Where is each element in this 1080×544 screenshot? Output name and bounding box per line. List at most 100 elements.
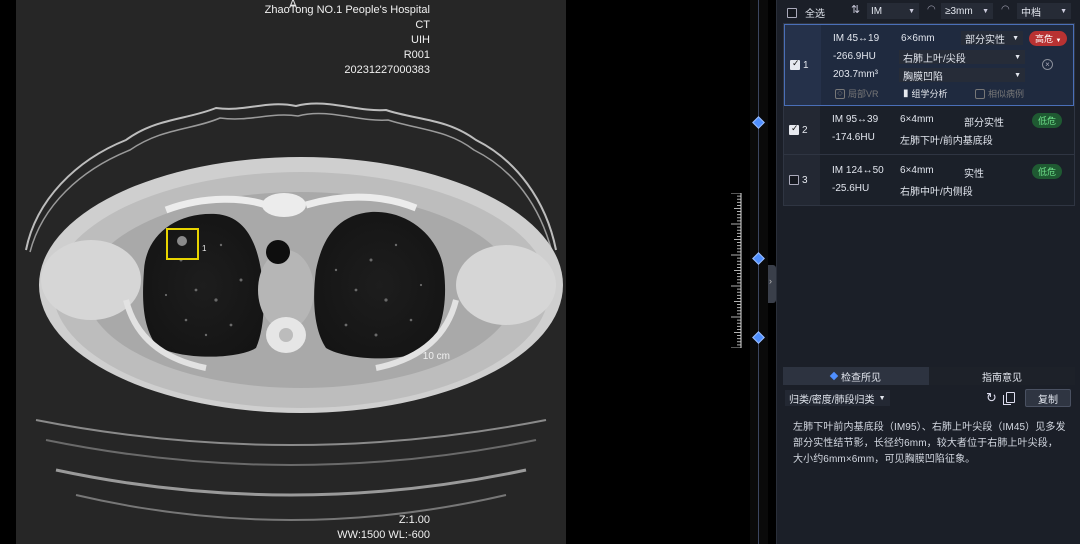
radiomics-button[interactable]: ▮ 组学分析 bbox=[903, 87, 948, 100]
finding-hu: -174.6HU bbox=[832, 132, 875, 143]
copy-button[interactable]: 复制 bbox=[1025, 389, 1071, 407]
risk-badge[interactable]: 高危 ▼ bbox=[1029, 31, 1068, 46]
finding-size: 6×4mm bbox=[900, 114, 934, 125]
modality: CT bbox=[415, 19, 430, 31]
caret-down-icon: ▼ bbox=[878, 394, 886, 402]
tab-findings[interactable]: 检查所见 bbox=[783, 367, 929, 385]
finding-im: IM 95↔39 bbox=[832, 114, 879, 125]
finding-row[interactable]: 3 IM 124↔50 6×4mm 实性 低危 -25.6HU 右肺中叶/内侧段 bbox=[784, 155, 1074, 205]
sign-value: 胸膜凹陷 bbox=[903, 71, 943, 83]
manufacturer: UIH bbox=[411, 34, 430, 46]
close-icon[interactable]: × bbox=[1042, 59, 1053, 70]
finding-row[interactable]: 1 IM 45↔19 6×6mm 部分实性 ▼ 高危 ▼ -266.9HU 右肺上… bbox=[784, 24, 1074, 106]
caret-down-icon: ▼ bbox=[1060, 7, 1067, 15]
cases-icon bbox=[975, 88, 985, 99]
risk-label: 高危 bbox=[1035, 34, 1054, 44]
slice-scrollbar-track bbox=[758, 0, 759, 544]
gauge-icon: ◠ bbox=[927, 4, 936, 15]
finding-location: 右肺中叶/内侧段 bbox=[900, 187, 973, 198]
chevron-right-icon: › bbox=[769, 276, 772, 286]
ct-viewer[interactable]: 1 A ZhaoTong NO.1 People's Hospital CT U… bbox=[0, 0, 768, 544]
location-value: 右肺上叶/尖段 bbox=[903, 53, 966, 65]
caret-down-icon: ▼ bbox=[908, 7, 915, 15]
report-toolbar: 归类/密度/肺段归类 ▼ ↻ 复制 bbox=[783, 389, 1075, 410]
finding-size: 6×6mm bbox=[901, 33, 935, 44]
sort-select[interactable]: IM ▼ bbox=[867, 3, 919, 19]
tab-findings-label: 检查所见 bbox=[841, 372, 881, 384]
panel-collapse-handle[interactable]: › bbox=[768, 265, 776, 303]
finding-index: 2 bbox=[784, 106, 820, 154]
finding-checkbox[interactable] bbox=[789, 123, 799, 135]
risk-badge: 低危 bbox=[1032, 113, 1063, 128]
caret-down-icon: ▼ bbox=[1014, 53, 1021, 61]
bar-chart-icon: ▮ bbox=[903, 88, 909, 99]
classification-value: 归类/密度/肺段归类 bbox=[789, 394, 875, 406]
similar-cases-label: 相似病例 bbox=[988, 89, 1025, 99]
caret-down-icon: ▼ bbox=[1012, 34, 1019, 42]
finding-number: 2 bbox=[802, 124, 808, 136]
gauge-icon: ◠ bbox=[1001, 4, 1010, 15]
findings-list: 1 IM 45↔19 6×6mm 部分实性 ▼ 高危 ▼ -266.9HU 右肺上… bbox=[783, 23, 1075, 206]
select-all[interactable]: 全选 bbox=[787, 5, 825, 20]
report-tabs: 检查所见 指南意见 bbox=[783, 367, 1075, 385]
finding-density: 实性 bbox=[964, 169, 984, 180]
finding-number: 1 bbox=[803, 59, 809, 71]
density-value: 部分实性 bbox=[965, 34, 1005, 46]
tab-guide-label: 指南意见 bbox=[982, 372, 1022, 384]
caret-down-icon: ▼ bbox=[982, 7, 989, 15]
select-all-checkbox[interactable] bbox=[787, 7, 797, 18]
density-select[interactable]: 部分实性 ▼ bbox=[961, 31, 1023, 46]
risk-select-value: 中档 bbox=[1021, 7, 1041, 19]
report-text: 左肺下叶前内基底段（IM95）、右肺上叶尖段（IM45）见多发部分实性结节影，长… bbox=[793, 422, 1066, 465]
copy-icon[interactable] bbox=[1003, 392, 1015, 405]
finding-hu: -266.9HU bbox=[833, 51, 876, 62]
risk-badge: 低危 bbox=[1032, 164, 1063, 179]
window-level: WW:1500 WL:-600 bbox=[337, 529, 430, 541]
refresh-icon[interactable]: ↻ bbox=[986, 390, 997, 406]
classification-select[interactable]: 归类/密度/肺段归类 ▼ bbox=[785, 390, 890, 406]
series-id: R001 bbox=[403, 49, 430, 61]
slice-scrollbar[interactable] bbox=[750, 0, 768, 544]
caret-down-icon: ▼ bbox=[1014, 71, 1021, 79]
scale-label: 10 cm bbox=[422, 351, 450, 362]
cube-icon: ◇ bbox=[835, 88, 845, 99]
size-select-value: ≥3mm bbox=[945, 5, 973, 17]
risk-select[interactable]: 中档 ▼ bbox=[1017, 3, 1071, 19]
finding-density: 部分实性 bbox=[964, 118, 1004, 129]
zoom-window-overlay: Z:1.00 WW:1500 WL:-600 bbox=[337, 513, 430, 543]
size-select[interactable]: ≥3mm ▼ bbox=[941, 3, 993, 19]
location-select[interactable]: 右肺上叶/尖段 ▼ bbox=[899, 50, 1025, 65]
caret-down-icon: ▼ bbox=[1055, 38, 1062, 44]
tab-guide[interactable]: 指南意见 bbox=[929, 367, 1075, 385]
finding-number: 3 bbox=[802, 174, 808, 186]
finding-im: IM 124↔50 bbox=[832, 165, 884, 176]
finding-checkbox[interactable] bbox=[789, 175, 799, 185]
nodule-roi-label: 1 bbox=[202, 244, 207, 253]
select-all-label: 全选 bbox=[805, 9, 825, 20]
sort-select-value: IM bbox=[871, 5, 883, 17]
ct-image-area[interactable]: 1 bbox=[16, 0, 566, 544]
filter-bar: 全选 ⇅ IM ▼ ◠ ≥3mm ▼ ◠ 中档 ▼ bbox=[777, 0, 1080, 22]
finding-checkbox[interactable] bbox=[790, 58, 800, 70]
finding-index: 1 bbox=[785, 25, 821, 105]
sort-icon[interactable]: ⇅ bbox=[851, 3, 860, 16]
study-id: 20231227000383 bbox=[344, 64, 430, 76]
finding-im: IM 45↔19 bbox=[833, 33, 880, 44]
local-vr-button[interactable]: ◇ 局部VR bbox=[835, 87, 879, 100]
zoom-level: Z:1.00 bbox=[398, 514, 430, 526]
hospital-name: ZhaoTong NO.1 People's Hospital bbox=[264, 4, 430, 16]
sign-select[interactable]: 胸膜凹陷 ▼ bbox=[899, 68, 1025, 83]
nodule-panel: 全选 ⇅ IM ▼ ◠ ≥3mm ▼ ◠ 中档 ▼ 1 IM 45↔19 6×6mm … bbox=[776, 0, 1080, 544]
finding-location: 左肺下叶/前内基底段 bbox=[900, 136, 993, 147]
finding-size: 6×4mm bbox=[900, 165, 934, 176]
finding-row[interactable]: 2 IM 95↔39 6×4mm 部分实性 低危 -174.6HU 左肺下叶/前… bbox=[784, 106, 1074, 155]
scale-ruler bbox=[731, 193, 742, 348]
similar-cases-button[interactable]: 相似病例 bbox=[975, 87, 1024, 100]
diamond-icon bbox=[829, 371, 839, 381]
finding-index: 3 bbox=[784, 155, 820, 205]
finding-volume: 203.7mm³ bbox=[833, 69, 879, 80]
ct-image: 1 bbox=[25, 102, 563, 521]
patient-info-overlay: ZhaoTong NO.1 People's Hospital CT UIH R… bbox=[265, 3, 430, 78]
finding-hu: -25.6HU bbox=[832, 183, 870, 194]
local-vr-label: 局部VR bbox=[848, 89, 879, 99]
